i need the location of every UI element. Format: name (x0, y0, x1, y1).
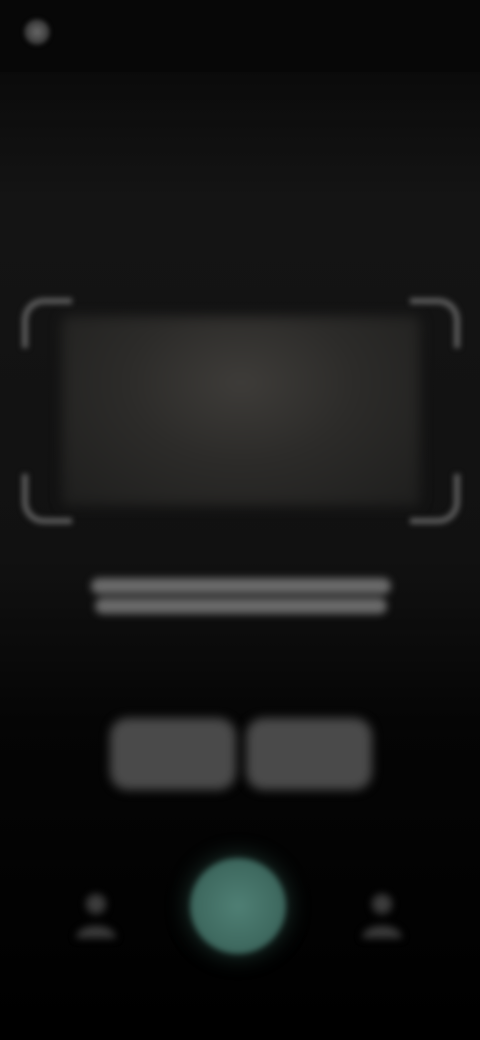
frame-corner-bottom-left (22, 474, 72, 524)
instruction-line-2 (95, 598, 387, 614)
back-icon (24, 19, 50, 45)
mode-selector (110, 718, 372, 790)
person-icon (362, 894, 402, 938)
scan-screen (0, 0, 480, 1040)
left-control-button[interactable] (64, 882, 128, 946)
frame-corner-top-right (410, 298, 460, 348)
camera-preview (62, 316, 420, 506)
scan-frame (22, 298, 460, 524)
mode-button-1[interactable] (110, 718, 236, 790)
scan-instruction (82, 574, 400, 626)
top-bar (0, 0, 480, 72)
instruction-line-1 (91, 578, 391, 594)
shutter-button[interactable] (190, 858, 286, 954)
back-button[interactable] (24, 12, 124, 52)
mode-button-2[interactable] (246, 718, 372, 790)
right-control-button[interactable] (350, 882, 414, 946)
bottom-controls (0, 850, 480, 970)
person-icon (76, 894, 116, 938)
frame-corner-bottom-right (410, 474, 460, 524)
frame-corner-top-left (22, 298, 72, 348)
